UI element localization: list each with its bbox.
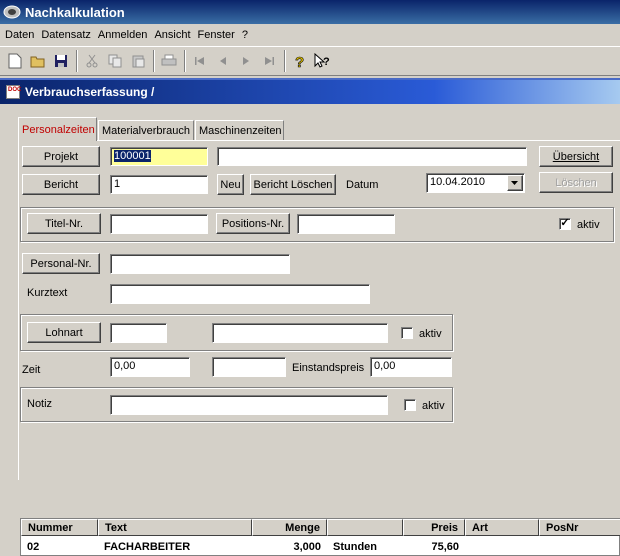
- projekt-button[interactable]: Projekt: [22, 146, 100, 167]
- datum-dropdown[interactable]: 10.04.2010: [426, 173, 525, 193]
- cell-art: [465, 538, 539, 555]
- bericht-field[interactable]: 1: [110, 175, 208, 194]
- column-header-art[interactable]: Art: [465, 519, 539, 536]
- kurztext-field[interactable]: [110, 284, 370, 304]
- cell-text: FACHARBEITER: [104, 540, 191, 553]
- application-window: Nachkalkulation Daten Datensatz Anmelden…: [0, 0, 620, 556]
- aktiv-checkbox-notiz[interactable]: [404, 399, 416, 411]
- titel-nr-field[interactable]: [110, 214, 208, 234]
- tab-materialverbrauch[interactable]: Materialverbrauch: [98, 120, 194, 140]
- neu-button[interactable]: Neu: [217, 174, 244, 195]
- datum-value: 10.04.2010: [430, 176, 486, 188]
- positions-nr-button[interactable]: Positions-Nr.: [216, 213, 290, 234]
- personal-nr-button[interactable]: Personal-Nr.: [22, 253, 100, 274]
- verbrauch-table: Nummer Text Menge Preis Art PosNr 02 FAC…: [20, 518, 620, 556]
- menu-help[interactable]: ?: [241, 29, 254, 41]
- menu-bar: Daten Datensatz Anmelden Ansicht Fenster…: [0, 24, 620, 45]
- column-header-posnr[interactable]: PosNr: [539, 519, 620, 536]
- new-file-icon[interactable]: [4, 50, 26, 72]
- column-header-text[interactable]: Text: [98, 519, 252, 536]
- toolbar-separator: [153, 50, 155, 72]
- uebersicht-button[interactable]: Übersicht: [539, 146, 613, 167]
- zeit-field[interactable]: 0,00: [110, 357, 190, 377]
- lohnart-code-field[interactable]: [110, 323, 167, 343]
- tab-label: Maschinenzeiten: [199, 124, 282, 137]
- child-title-bar[interactable]: DOC Verbrauchserfassung /: [0, 80, 620, 104]
- window-title: Nachkalkulation: [25, 4, 125, 20]
- open-folder-icon[interactable]: [27, 50, 49, 72]
- projekt-name-field[interactable]: [217, 147, 527, 166]
- column-header-preis[interactable]: Preis: [403, 519, 465, 536]
- personal-nr-field[interactable]: [110, 254, 290, 274]
- cell-posnr: [539, 538, 620, 555]
- paste-icon[interactable]: [127, 50, 149, 72]
- title-bar[interactable]: Nachkalkulation: [0, 0, 620, 24]
- cell-menge: 3,000: [293, 540, 321, 553]
- bericht-button[interactable]: Bericht: [22, 174, 100, 195]
- loeschen-button[interactable]: Löschen: [539, 172, 613, 193]
- app-icon: [3, 4, 21, 20]
- uebersicht-label: Übersicht: [552, 150, 600, 163]
- tab-maschinenzeiten[interactable]: Maschinenzeiten: [195, 120, 284, 140]
- lohnart-name-field[interactable]: [212, 323, 388, 343]
- help-icon[interactable]: ?: [289, 50, 311, 72]
- previous-record-icon[interactable]: [212, 50, 234, 72]
- zeit-label: Zeit: [22, 364, 41, 376]
- menu-anmelden[interactable]: Anmelden: [97, 29, 154, 41]
- form-icon: DOC: [6, 85, 21, 99]
- titel-nr-button[interactable]: Titel-Nr.: [27, 213, 101, 234]
- bericht-loeschen-button[interactable]: Bericht Löschen: [250, 174, 336, 195]
- cell-preis: 75,60: [431, 540, 459, 553]
- einstandspreis-field[interactable]: 0,00: [370, 357, 452, 377]
- menu-fenster[interactable]: Fenster: [197, 29, 241, 41]
- aktiv-label: aktiv: [422, 400, 445, 412]
- notiz-field[interactable]: [110, 395, 388, 415]
- toolbar-separator: [284, 50, 286, 72]
- aktiv-label: aktiv: [419, 328, 442, 340]
- tab-personalzeiten[interactable]: Personalzeiten: [18, 117, 97, 141]
- column-header-menge[interactable]: Menge: [252, 519, 327, 536]
- menu-ansicht[interactable]: Ansicht: [153, 29, 196, 41]
- cell-nummer: 02: [27, 540, 40, 553]
- zeit-extra-field[interactable]: [212, 357, 286, 377]
- aktiv-checkbox-lohnart[interactable]: [401, 327, 413, 339]
- toolbar-separator: [184, 50, 186, 72]
- toolbar: ? ?: [0, 46, 620, 76]
- positions-nr-field[interactable]: [297, 214, 395, 234]
- svg-text:?: ?: [295, 54, 304, 69]
- menu-datensatz[interactable]: Datensatz: [40, 29, 97, 41]
- aktiv-label: aktiv: [577, 219, 600, 231]
- svg-text:?: ?: [323, 56, 330, 68]
- einstandspreis-label: Einstandspreis: [292, 362, 365, 374]
- next-record-icon[interactable]: [235, 50, 257, 72]
- cut-icon[interactable]: [81, 50, 103, 72]
- table-row[interactable]: 02 FACHARBEITER 3,000 Stunden 75,60: [21, 537, 620, 555]
- menu-daten[interactable]: Daten: [4, 29, 40, 41]
- datum-label: Datum: [346, 179, 379, 191]
- chevron-down-icon[interactable]: [507, 175, 523, 191]
- cell-einheit: Stunden: [333, 540, 377, 553]
- tab-label: Personalzeiten: [22, 123, 95, 136]
- column-header-nummer[interactable]: Nummer: [21, 519, 98, 536]
- child-title: Verbrauchserfassung /: [25, 85, 155, 99]
- copy-icon[interactable]: [104, 50, 126, 72]
- projekt-number-field[interactable]: 100001: [110, 147, 208, 166]
- lohnart-button[interactable]: Lohnart: [27, 322, 101, 343]
- first-record-icon[interactable]: [189, 50, 211, 72]
- column-header-einheit[interactable]: [327, 519, 403, 536]
- kurztext-label: Kurztext: [27, 287, 68, 299]
- last-record-icon[interactable]: [258, 50, 280, 72]
- save-icon[interactable]: [50, 50, 72, 72]
- toolbar-separator: [76, 50, 78, 72]
- context-help-icon[interactable]: ?: [312, 50, 334, 72]
- projekt-number-value: 100001: [114, 150, 151, 162]
- tab-label: Materialverbrauch: [102, 124, 191, 137]
- print-icon[interactable]: [158, 50, 180, 72]
- notiz-label: Notiz: [27, 398, 53, 410]
- aktiv-checkbox-titel[interactable]: ✓: [559, 218, 571, 230]
